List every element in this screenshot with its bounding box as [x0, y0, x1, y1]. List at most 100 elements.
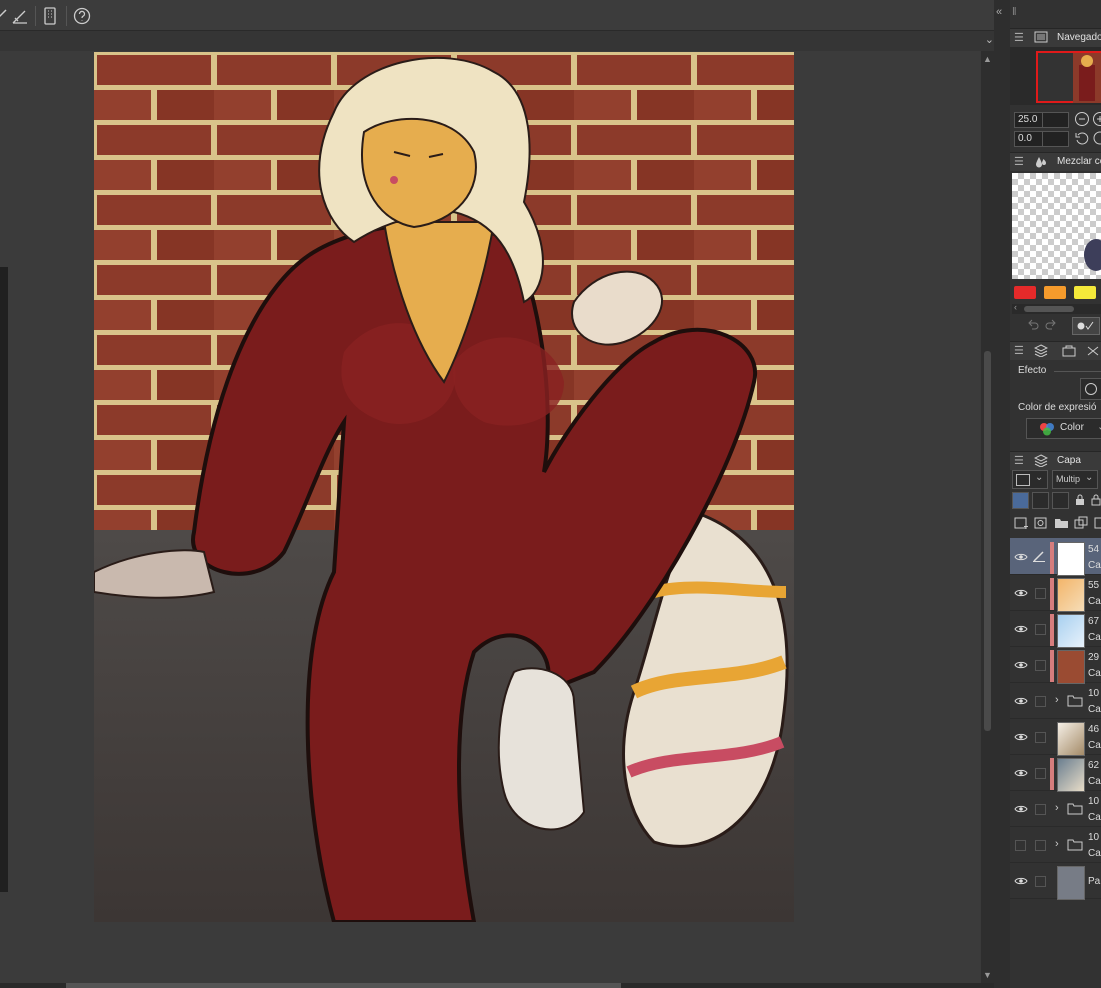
layer-checkbox[interactable]	[1035, 588, 1046, 599]
lock-transparency-button[interactable]	[1032, 492, 1049, 509]
layer-row[interactable]: 54 Ca	[1010, 538, 1101, 576]
properties-panel-header[interactable]: ☰	[1010, 341, 1101, 360]
vertical-scrollbar[interactable]: ▲ ▼	[981, 51, 994, 983]
clip-layer-button[interactable]	[1052, 492, 1069, 509]
zoom-out-icon[interactable]	[1074, 111, 1090, 127]
tool-property-icon[interactable]	[1062, 345, 1076, 357]
chevron-down-icon[interactable]: ⌄	[985, 33, 994, 46]
new-vector-layer-icon[interactable]	[1034, 516, 1050, 530]
layer-sub: Ca	[1088, 596, 1101, 607]
layer-row[interactable]: 55 Ca	[1010, 574, 1101, 612]
expression-color-value: Color	[1060, 422, 1084, 433]
layer-checkbox[interactable]	[1035, 804, 1046, 815]
layer-property-icon[interactable]	[1034, 344, 1048, 357]
layer-color-mark	[1050, 650, 1054, 682]
layer-panel-header[interactable]: ☰ Capa	[1010, 451, 1101, 470]
undo-icon[interactable]	[1026, 318, 1040, 332]
menu-icon[interactable]: ☰	[1014, 155, 1024, 168]
eye-icon[interactable]	[1014, 875, 1028, 887]
lock-icon[interactable]	[1074, 494, 1086, 506]
device-icon[interactable]	[40, 6, 60, 26]
layer-checkbox[interactable]	[1035, 876, 1046, 887]
color-mixing-panel-header[interactable]: ☰ Mezclar cc	[1010, 152, 1101, 171]
layer-row[interactable]: › 10 Ca	[1010, 682, 1101, 719]
ruler-tool-icon[interactable]	[10, 6, 30, 26]
rotate-reset-icon[interactable]	[1074, 130, 1090, 146]
border-effect-button[interactable]	[1080, 378, 1101, 400]
color-mixing-title: Mezclar cc	[1057, 156, 1101, 167]
eye-icon[interactable]	[1014, 767, 1028, 779]
menu-icon[interactable]: ☰	[1014, 454, 1024, 467]
swatch-scrollbar[interactable]: ‹	[1012, 302, 1101, 314]
swatch-red[interactable]	[1014, 286, 1036, 299]
menu-icon[interactable]: ☰	[1014, 344, 1024, 357]
brush-mode-button[interactable]	[1072, 317, 1100, 335]
eye-icon[interactable]	[1014, 659, 1028, 671]
eye-icon[interactable]	[1014, 695, 1028, 707]
rotation-field[interactable]: 0.0	[1014, 131, 1043, 147]
layer-thumbnail	[1057, 650, 1085, 684]
layer-color-mark	[1050, 758, 1054, 790]
new-raster-layer-icon[interactable]	[1014, 516, 1030, 530]
layer-checkbox[interactable]	[1035, 624, 1046, 635]
navigator-view-frame[interactable]	[1036, 51, 1101, 103]
zoom-in-icon[interactable]	[1092, 111, 1101, 127]
chevron-right-icon[interactable]: ›	[1055, 694, 1059, 706]
layer-checkbox[interactable]	[1035, 768, 1046, 779]
layer-checkbox[interactable]	[1035, 840, 1046, 851]
layer-checkbox[interactable]	[1035, 696, 1046, 707]
layer-row[interactable]: › 10 Ca	[1010, 826, 1101, 863]
rotation-slider[interactable]	[1042, 131, 1069, 147]
layer-sub: Ca	[1088, 704, 1101, 715]
help-icon[interactable]	[72, 6, 92, 26]
chevron-right-icon[interactable]: ›	[1055, 838, 1059, 850]
lock-alpha-icon[interactable]	[1090, 494, 1101, 506]
navigator-preview-area[interactable]	[1010, 47, 1101, 105]
rotate-icon[interactable]	[1092, 130, 1101, 146]
layer-tool-button[interactable]	[1012, 492, 1029, 509]
scroll-up-icon[interactable]: ▲	[983, 54, 992, 64]
layer-checkbox[interactable]	[1035, 732, 1046, 743]
layer-checkbox[interactable]	[1035, 660, 1046, 671]
visibility-checkbox[interactable]	[1015, 840, 1026, 851]
artwork-canvas[interactable]	[94, 52, 794, 922]
scroll-thumb[interactable]	[984, 351, 991, 731]
blend-mode-select[interactable]: Multip ⌄	[1052, 470, 1098, 489]
grip-icon[interactable]: ‖	[1012, 6, 1017, 18]
swatch-orange[interactable]	[1044, 286, 1066, 299]
menu-icon[interactable]: ☰	[1014, 31, 1024, 44]
layer-row[interactable]: 67 Ca	[1010, 610, 1101, 648]
layer-list[interactable]: 54 Ca 55 Ca 67 Ca 29 Ca › 10 Ca 46 Ca 62 Ca › 10 Ca › 10 Ca P…	[1010, 538, 1101, 988]
layer-row[interactable]: 46 Ca	[1010, 718, 1101, 756]
layer-row[interactable]: Pa	[1010, 862, 1101, 900]
sub-tool-icon[interactable]	[1086, 345, 1100, 357]
eye-icon[interactable]	[1014, 623, 1028, 635]
layer-row[interactable]: 29 Ca	[1010, 646, 1101, 684]
toolbar-separator	[66, 6, 67, 26]
eye-icon[interactable]	[1014, 803, 1028, 815]
new-folder-icon[interactable]	[1054, 516, 1070, 530]
scroll-left-icon[interactable]: ‹	[1014, 302, 1017, 312]
layer-row[interactable]: › 10 Ca	[1010, 790, 1101, 827]
copy-layer-icon[interactable]	[1074, 516, 1090, 530]
horizontal-scrollbar[interactable]	[0, 983, 994, 988]
scroll-down-icon[interactable]: ▼	[983, 970, 992, 980]
zoom-slider[interactable]	[1042, 112, 1069, 128]
eye-icon[interactable]	[1014, 587, 1028, 599]
navigator-panel-header[interactable]: ☰ Navegado	[1010, 28, 1101, 47]
eye-icon[interactable]	[1014, 551, 1028, 563]
layer-panel-title: Capa	[1057, 455, 1081, 466]
redo-icon[interactable]	[1044, 318, 1058, 332]
color-mixing-canvas[interactable]	[1012, 173, 1101, 279]
scroll-thumb[interactable]	[66, 983, 621, 988]
swatch-yellow[interactable]	[1074, 286, 1096, 299]
chevron-right-icon[interactable]: ›	[1055, 802, 1059, 814]
collapse-icon[interactable]: «	[996, 6, 1002, 18]
expression-color-select[interactable]: Color ⌄	[1026, 418, 1101, 439]
layer-row[interactable]: 62 Ca	[1010, 754, 1101, 792]
folder-icon	[1067, 803, 1083, 815]
eye-icon[interactable]	[1014, 731, 1028, 743]
layer-color-select[interactable]: ⌄	[1012, 470, 1048, 489]
layer-mask-icon[interactable]	[1094, 516, 1101, 530]
zoom-field[interactable]: 25.0	[1014, 112, 1043, 128]
